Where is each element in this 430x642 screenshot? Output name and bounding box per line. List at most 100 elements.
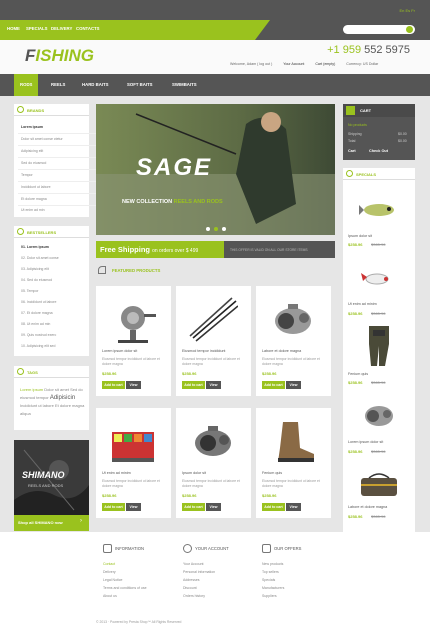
add-to-cart-button[interactable]: Add to cart [262,381,285,389]
footer-link[interactable]: Contact [103,562,115,566]
footer-link[interactable]: New products [262,562,283,566]
add-to-cart-button[interactable]: Add to cart [262,503,285,511]
welcome-text[interactable]: Welcome, Adam ( log out ) [230,62,272,66]
specials-icon [346,170,353,177]
bestseller-item[interactable]: 04. Sed do eiusmod [21,278,52,282]
hero-banner[interactable]: SAGE NEW COLLECTION REELS AND RODS [96,104,335,235]
main-nav-soft-baits[interactable]: SOFT BAITS [127,82,153,87]
view-button[interactable]: View [286,503,301,511]
main-nav-reels[interactable]: REELS [51,82,65,87]
language-switcher[interactable]: En Es Fr [399,8,415,13]
special-name[interactable]: Fenium quis [348,372,368,376]
special-price: $258.96 [348,380,363,385]
footer-link[interactable]: Delivery [103,570,116,574]
your-account-link[interactable]: Your Account [283,62,304,66]
product-description: Eiusmod tempor incididunt ut labore et d… [102,357,160,366]
top-nav-contacts[interactable]: CONTACTS [76,26,100,31]
main-nav-swimbaits[interactable]: SWIMBAITS [172,82,197,87]
slider-dot[interactable] [206,227,210,231]
special-old-price: $365.96 [371,449,386,454]
footer-link[interactable]: Manufacturers [262,586,284,590]
view-button[interactable]: View [286,381,301,389]
special-name[interactable]: Ipsum dolor sit [348,234,372,238]
slider-dot-active[interactable] [214,227,218,231]
add-to-cart-button[interactable]: Add to cart [102,381,125,389]
footer-link[interactable]: Terms and conditions of use [103,586,147,590]
tag-link[interactable]: Incididunt ut labore [20,403,54,408]
bestseller-item[interactable]: 05. Tempor [21,289,38,293]
shimano-banner[interactable]: SHIMANO REELS AND RODS Shop all SHIMANO … [14,440,89,531]
hero-tagline-green: REELS AND RODS [173,199,223,205]
footer-link[interactable]: Orders history [183,594,205,598]
shimano-cta[interactable]: Shop all SHIMANO now › [14,515,89,531]
bestseller-item[interactable]: 10. Adipisicing elit sed [21,344,55,348]
bestseller-item[interactable]: 07. Et dolore magna [21,311,53,315]
product-name[interactable]: Labore et dolore magna [262,349,301,353]
special-name[interactable]: Lorem ipsum dolor sit [348,440,383,444]
logo[interactable]: FISHING [25,46,94,66]
bestseller-item[interactable]: 08. Ut enim ad min [21,322,50,326]
tag-link[interactable]: Dolor sit amet [44,387,69,392]
brand-item[interactable]: Incididunt ut labore [21,185,51,189]
special-name[interactable]: Labore et dolore magna [348,505,387,509]
main-nav-rods[interactable]: RODS [14,74,39,96]
footer-link[interactable]: Addresses [183,578,200,582]
lure-icon [359,204,394,216]
footer-link[interactable]: About us [103,594,117,598]
view-button[interactable]: View [206,503,221,511]
add-to-cart-button[interactable]: Add to cart [102,503,125,511]
view-button[interactable]: View [126,381,141,389]
view-button[interactable]: View [126,503,141,511]
footer-link[interactable]: Personal information [183,570,215,574]
product-card: Labore et dolore magna Eiusmod tempor in… [256,286,331,396]
footer-link[interactable]: Your Account [183,562,204,566]
top-nav-specials[interactable]: SPECIALS [26,26,48,31]
search-input[interactable] [343,25,415,34]
product-name[interactable]: Fenium quis [262,471,282,475]
brand-item[interactable]: Adipisicing elit [21,149,43,153]
currency-select[interactable]: Currency: US Dollar [346,62,378,66]
bestseller-item[interactable]: 02. Dolor sit amet conse [21,256,59,260]
checkout-button[interactable]: Check Out [369,149,388,153]
product-name[interactable]: Ipsum dolor sit [182,471,206,475]
boot-icon [278,422,314,462]
footer-link[interactable]: Legal Notice [103,578,122,582]
footer-link[interactable]: Discount [183,586,197,590]
top-nav-home[interactable]: HOME [7,26,20,31]
search-icon[interactable] [406,26,413,33]
header-cart-link[interactable]: Cart (empty) [315,62,335,66]
footer-link[interactable]: Top sellers [262,570,279,574]
brand-item[interactable]: Lorem ipsum [21,125,43,129]
product-description: Eiusmod tempor incididunt ut labore et d… [182,479,240,488]
cart-button[interactable]: Cart [348,149,356,153]
brand-item[interactable]: Tempor [21,173,33,177]
main-nav-hard-baits[interactable]: HARD BAITS [82,82,109,87]
footer-link[interactable]: Specials [262,578,275,582]
slider-dot[interactable] [222,227,226,231]
view-button[interactable]: View [206,381,221,389]
brand-item[interactable]: Dolor sit amet conse ctetur [21,137,63,141]
bestseller-item[interactable]: 06. Incididunt ut labore [21,300,56,304]
footer-link[interactable]: Suppliers [262,594,277,598]
product-name[interactable]: Lorem ipsum dolor sit [102,349,137,353]
tag-link[interactable]: Lorem ipsum [20,387,43,392]
bestseller-item[interactable]: 03. Adipisicing elit [21,267,49,271]
brand-item[interactable]: Et dolore magna [21,197,47,201]
bestsellers-icon [17,228,24,235]
special-name[interactable]: Ut enim ad minim [348,302,377,306]
add-to-cart-button[interactable]: Add to cart [182,503,205,511]
brand-item[interactable]: Ut enim ad min [21,208,45,212]
bestseller-item[interactable]: 01. Lorem ipsum [21,245,49,249]
product-description: Eiusmod tempor incididunt ut labore et d… [102,479,160,488]
cart-total-value: $0.00 [398,139,407,143]
product-name[interactable]: Ut enim ad minim [102,471,131,475]
product-name[interactable]: Eiusmod tempor incididunt [182,349,225,353]
top-nav-delivery[interactable]: DELIVERY [51,26,72,31]
product-price: $258.96 [182,371,197,376]
bestseller-item[interactable]: 09. Quis nostrud exerc [21,333,56,337]
brand-item[interactable]: Sed do eiusmod [21,161,46,165]
specials-title: SPECIALS [356,172,377,177]
add-to-cart-button[interactable]: Add to cart [182,381,205,389]
product-price: $258.96 [102,493,117,498]
tag-link[interactable]: Adipisicin [50,395,75,401]
